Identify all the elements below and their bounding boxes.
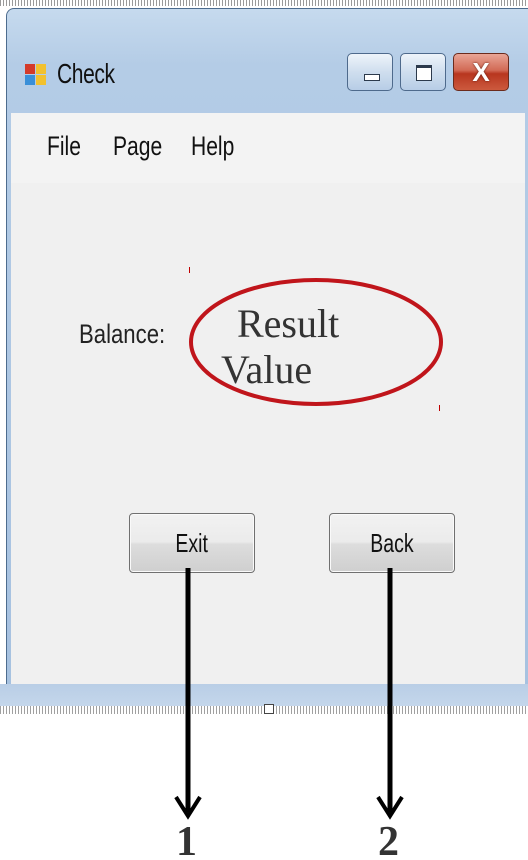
screenshot-canvas: Check X File Page Help Balance: Result V…: [0, 0, 528, 860]
callout-arrow-2: [376, 568, 404, 820]
callout-label-1: 1: [176, 819, 197, 860]
callout-arrow-1: [174, 568, 202, 820]
callout-arrows: [174, 568, 404, 820]
callout-label-2: 2: [378, 819, 399, 860]
